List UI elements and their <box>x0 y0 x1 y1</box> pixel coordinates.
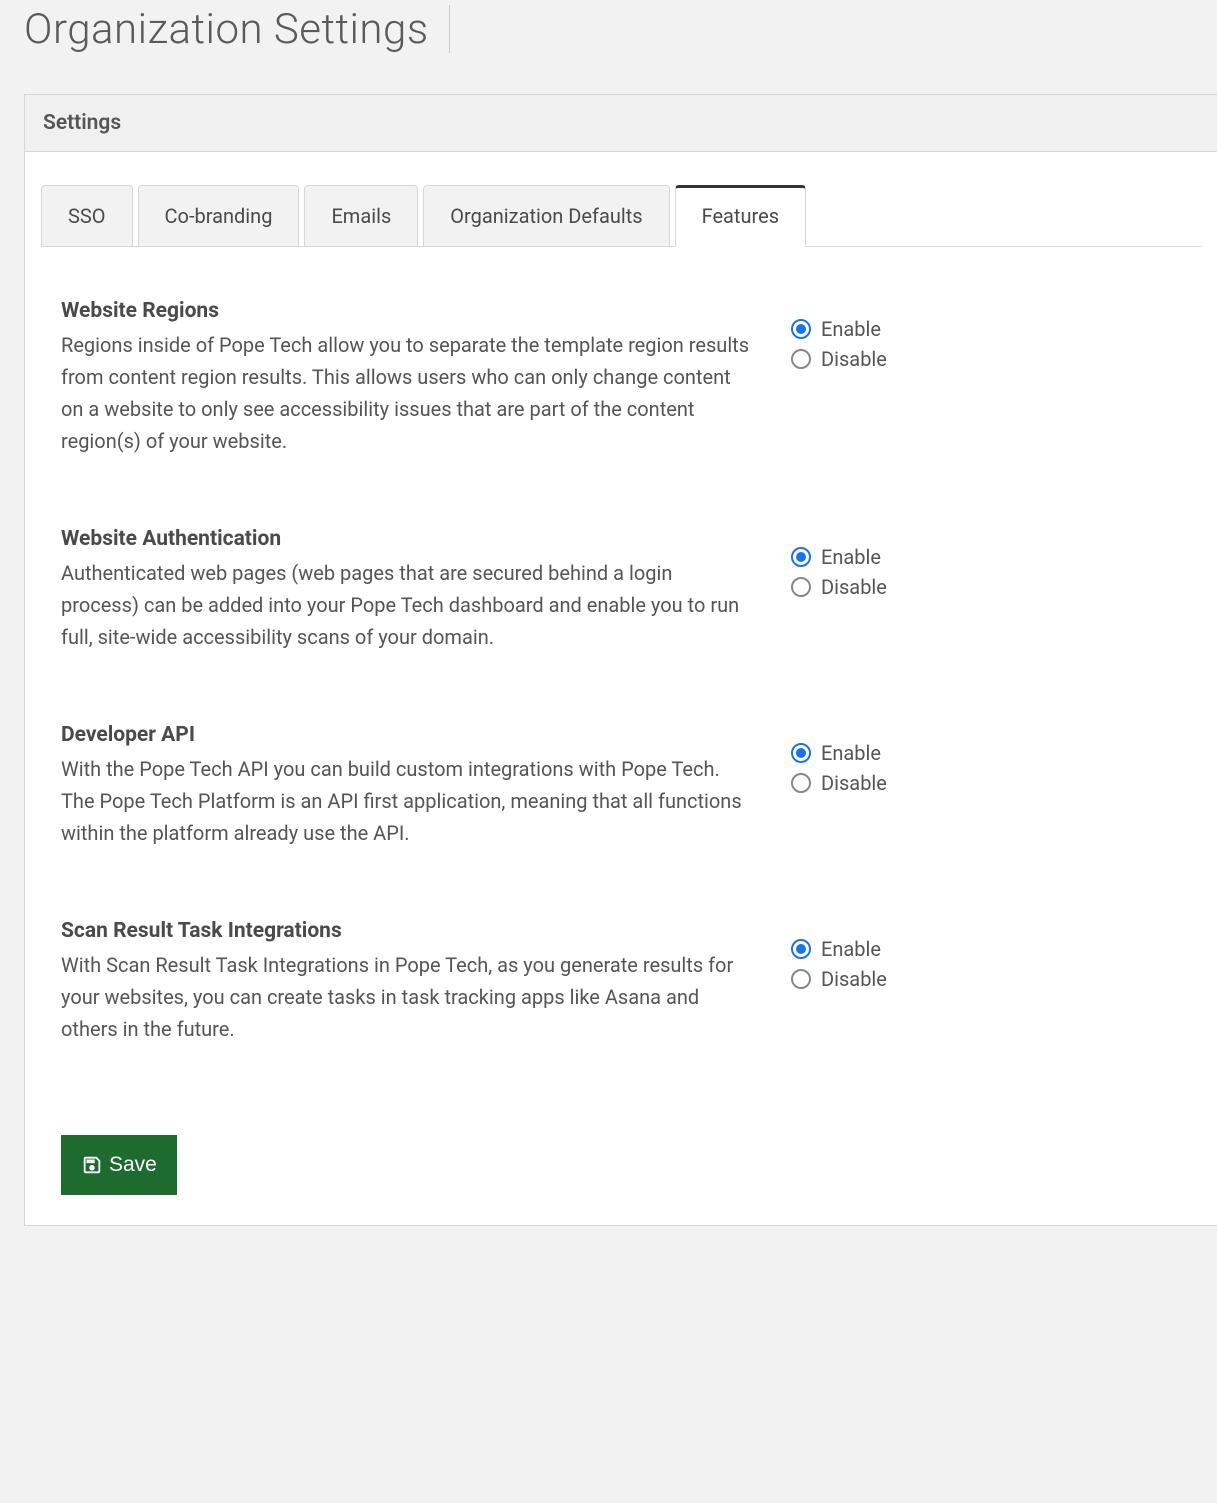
radio-disable[interactable]: Disable <box>791 967 971 991</box>
radio-icon <box>791 743 811 763</box>
features-section: Website Regions Regions inside of Pope T… <box>41 247 1201 1135</box>
feature-scan-result-task-integrations: Scan Result Task Integrations With Scan … <box>61 919 1181 1045</box>
radio-enable[interactable]: Enable <box>791 545 971 569</box>
feature-website-authentication: Website Authentication Authenticated web… <box>61 527 1181 653</box>
feature-description: Regions inside of Pope Tech allow you to… <box>61 329 751 457</box>
title-divider <box>449 5 450 53</box>
radio-enable[interactable]: Enable <box>791 741 971 765</box>
radio-icon <box>791 319 811 339</box>
tab-organization-defaults[interactable]: Organization Defaults <box>423 185 669 247</box>
feature-website-regions: Website Regions Regions inside of Pope T… <box>61 299 1181 457</box>
save-icon <box>81 1154 103 1176</box>
page-title: Organization Settings <box>24 5 449 54</box>
tab-sso[interactable]: SSO <box>41 185 133 247</box>
tab-emails[interactable]: Emails <box>304 185 418 247</box>
radio-disable[interactable]: Disable <box>791 347 971 371</box>
radio-label: Disable <box>821 967 887 991</box>
tabs: SSO Co-branding Emails Organization Defa… <box>41 184 1201 247</box>
radio-label: Enable <box>821 317 881 341</box>
radio-enable[interactable]: Enable <box>791 317 971 341</box>
feature-description: With Scan Result Task Integrations in Po… <box>61 949 751 1045</box>
radio-icon <box>791 773 811 793</box>
feature-title: Website Regions <box>61 299 751 323</box>
radio-label: Enable <box>821 937 881 961</box>
radio-label: Enable <box>821 741 881 765</box>
radio-icon <box>791 939 811 959</box>
radio-icon <box>791 577 811 597</box>
feature-description: With the Pope Tech API you can build cus… <box>61 753 751 849</box>
tab-co-branding[interactable]: Co-branding <box>138 185 300 247</box>
radio-disable[interactable]: Disable <box>791 575 971 599</box>
radio-icon <box>791 349 811 369</box>
feature-title: Scan Result Task Integrations <box>61 919 751 943</box>
settings-panel: Settings SSO Co-branding Emails Organiza… <box>24 94 1217 1226</box>
radio-label: Disable <box>821 771 887 795</box>
panel-header: Settings <box>25 95 1217 152</box>
radio-disable[interactable]: Disable <box>791 771 971 795</box>
feature-developer-api: Developer API With the Pope Tech API you… <box>61 723 1181 849</box>
feature-title: Developer API <box>61 723 751 747</box>
feature-description: Authenticated web pages (web pages that … <box>61 557 751 653</box>
radio-label: Disable <box>821 575 887 599</box>
save-button-label: Save <box>109 1153 157 1177</box>
radio-enable[interactable]: Enable <box>791 937 971 961</box>
radio-icon <box>791 969 811 989</box>
radio-label: Enable <box>821 545 881 569</box>
feature-title: Website Authentication <box>61 527 751 551</box>
radio-icon <box>791 547 811 567</box>
save-button[interactable]: Save <box>61 1135 177 1195</box>
radio-label: Disable <box>821 347 887 371</box>
tab-features[interactable]: Features <box>675 185 806 247</box>
panel-title: Settings <box>43 111 1199 135</box>
